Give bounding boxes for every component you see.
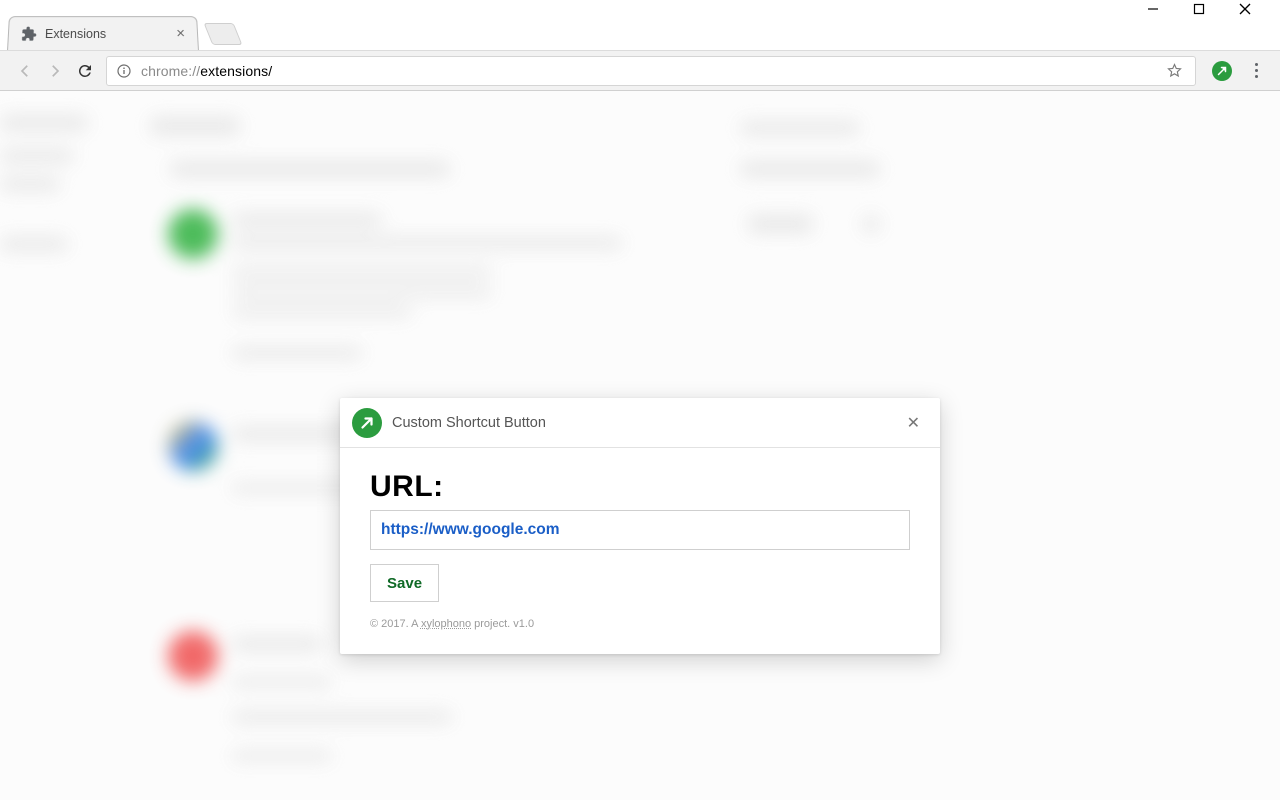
- address-bar[interactable]: chrome://extensions/: [106, 56, 1196, 86]
- browser-toolbar: chrome://extensions/: [0, 50, 1280, 91]
- save-button[interactable]: Save: [370, 564, 439, 602]
- footer-link[interactable]: xylophono: [421, 618, 471, 630]
- tab-close-button[interactable]: ×: [174, 25, 188, 42]
- modal-footer: © 2017. A xylophono project. v1.0: [370, 618, 910, 630]
- browser-tab-active[interactable]: Extensions ×: [7, 16, 199, 50]
- forward-button[interactable]: [40, 56, 70, 86]
- page-content: Custom Shortcut Button ✕ URL: Save © 201…: [0, 91, 1280, 800]
- extension-options-modal: Custom Shortcut Button ✕ URL: Save © 201…: [340, 398, 940, 654]
- tab-title: Extensions: [45, 27, 175, 41]
- modal-header: Custom Shortcut Button ✕: [340, 398, 940, 448]
- url-label: URL:: [370, 470, 910, 504]
- shortcut-arrow-icon: [352, 408, 382, 438]
- bookmark-star-icon[interactable]: [1162, 62, 1187, 79]
- browser-tabstrip: Extensions ×: [0, 16, 1280, 50]
- extension-toolbar-icon[interactable]: [1212, 61, 1232, 81]
- extensions-icon: [21, 26, 38, 42]
- footer-suffix: project. v1.0: [471, 618, 534, 630]
- footer-prefix: © 2017. A: [370, 618, 421, 630]
- modal-body: URL: Save © 2017. A xylophono project. v…: [340, 448, 940, 654]
- modal-close-button[interactable]: ✕: [903, 409, 924, 437]
- new-tab-button[interactable]: [204, 23, 243, 45]
- url-input[interactable]: [370, 510, 910, 550]
- browser-menu-button[interactable]: [1246, 63, 1266, 78]
- address-bar-text: chrome://extensions/: [141, 63, 1162, 79]
- site-info-icon[interactable]: [115, 63, 133, 79]
- modal-title: Custom Shortcut Button: [392, 415, 903, 431]
- reload-button[interactable]: [70, 56, 100, 86]
- back-button[interactable]: [10, 56, 40, 86]
